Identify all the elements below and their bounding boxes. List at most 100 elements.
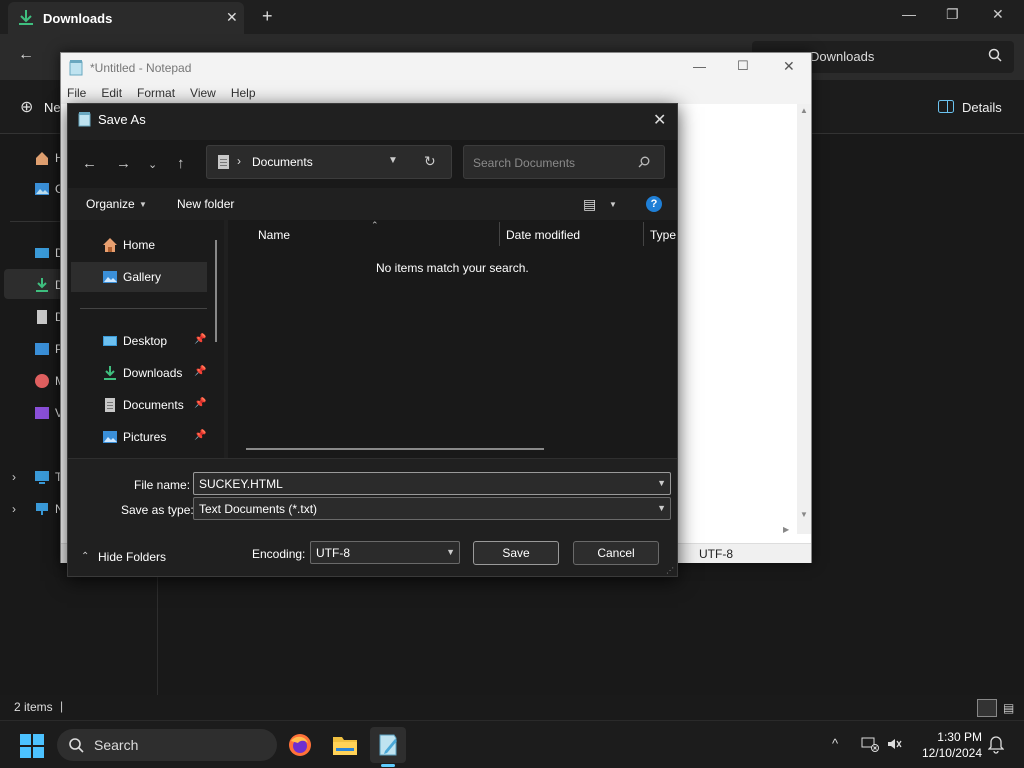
nav-item-downloads[interactable]: Downloads 📌 bbox=[71, 358, 207, 388]
hide-folders-button[interactable]: Hide Folders bbox=[98, 550, 166, 564]
windows-start-icon[interactable] bbox=[20, 734, 44, 758]
close-icon[interactable]: ✕ bbox=[992, 6, 1004, 23]
document-icon[interactable] bbox=[34, 309, 50, 325]
scroll-right-icon[interactable]: ▶ bbox=[783, 525, 789, 534]
pictures-icon[interactable] bbox=[34, 341, 50, 357]
encoding-select[interactable]: UTF-8 ▼ bbox=[310, 541, 460, 564]
explorer-tab-downloads[interactable]: Downloads ✕ bbox=[8, 2, 244, 34]
download-icon bbox=[18, 9, 34, 26]
nav-pane-scrollbar[interactable] bbox=[215, 240, 217, 342]
document-icon bbox=[217, 154, 230, 170]
this-pc-icon[interactable] bbox=[34, 469, 50, 485]
resize-grip-icon[interactable]: ⋰ bbox=[666, 566, 674, 575]
column-separator[interactable] bbox=[643, 222, 644, 246]
column-header-date-modified[interactable]: Date modified bbox=[506, 228, 580, 242]
nav-item-pictures[interactable]: Pictures 📌 bbox=[71, 422, 207, 452]
chevron-down-icon[interactable]: ▼ bbox=[388, 155, 398, 166]
close-icon[interactable]: ✕ bbox=[653, 110, 666, 130]
taskbar-app-notepad[interactable] bbox=[370, 727, 406, 763]
nav-item-documents[interactable]: Documents 📌 bbox=[71, 390, 207, 420]
nav-item-desktop[interactable]: Desktop 📌 bbox=[71, 326, 207, 356]
menu-file[interactable]: File bbox=[67, 86, 86, 104]
scroll-up-icon[interactable]: ▲ bbox=[800, 106, 808, 115]
chevron-up-icon[interactable]: ⌃ bbox=[81, 551, 89, 562]
notepad-vertical-scrollbar[interactable]: ▲ ▼ bbox=[797, 104, 811, 534]
menu-edit[interactable]: Edit bbox=[101, 86, 122, 104]
network-icon[interactable] bbox=[34, 501, 50, 517]
maximize-icon[interactable]: ❐ bbox=[946, 6, 959, 23]
details-pane-icon[interactable] bbox=[938, 100, 954, 113]
dialog-address-bar[interactable]: › Documents ▼ ↻ bbox=[206, 145, 452, 179]
nav-item-gallery[interactable]: Gallery bbox=[71, 262, 207, 292]
taskbar-app-file-explorer[interactable] bbox=[326, 727, 362, 763]
minimize-icon[interactable]: — bbox=[902, 6, 916, 22]
firefox-icon bbox=[288, 733, 312, 757]
column-header-name[interactable]: Name bbox=[258, 228, 290, 242]
menu-view[interactable]: View bbox=[190, 86, 216, 104]
pin-icon: 📌 bbox=[194, 334, 207, 345]
clock-date[interactable]: 12/10/2024 bbox=[910, 746, 982, 760]
scroll-down-icon[interactable]: ▼ bbox=[800, 510, 808, 519]
taskbar-search-box[interactable]: Search bbox=[57, 729, 277, 761]
dialog-search-placeholder: Search Documents bbox=[473, 156, 576, 170]
desktop-icon[interactable] bbox=[34, 245, 50, 261]
notepad-icon bbox=[78, 112, 92, 127]
save-button[interactable]: Save bbox=[473, 541, 559, 565]
file-name-label: File name: bbox=[134, 478, 191, 492]
pictures-icon bbox=[102, 429, 118, 445]
clock-time[interactable]: 1:30 PM bbox=[920, 730, 982, 744]
new-folder-button[interactable]: New folder bbox=[177, 197, 234, 211]
file-name-input[interactable]: SUCKEY.HTML ▼ bbox=[193, 472, 671, 495]
details-view-icon[interactable] bbox=[977, 699, 997, 717]
tiles-view-icon[interactable]: ▤ bbox=[1003, 701, 1014, 715]
chevron-down-icon[interactable]: ▼ bbox=[139, 200, 147, 209]
network-icon[interactable] bbox=[861, 736, 879, 752]
refresh-icon[interactable]: ↻ bbox=[424, 153, 436, 170]
nav-item-home[interactable]: Home bbox=[71, 230, 207, 260]
chevron-right-icon[interactable]: › bbox=[12, 470, 16, 484]
organize-button[interactable]: Organize bbox=[86, 197, 135, 211]
dialog-search-box[interactable]: Search Documents bbox=[463, 145, 665, 179]
breadcrumb-separator-icon[interactable]: › bbox=[237, 154, 241, 168]
music-icon[interactable] bbox=[34, 373, 50, 389]
home-icon[interactable] bbox=[34, 150, 50, 166]
new-tab-button[interactable]: + bbox=[262, 6, 273, 27]
minimize-icon[interactable]: — bbox=[693, 59, 706, 74]
chevron-up-icon[interactable]: ^ bbox=[832, 736, 838, 751]
maximize-icon[interactable]: ☐ bbox=[737, 58, 749, 74]
back-arrow-icon[interactable]: ← bbox=[18, 46, 34, 64]
chevron-down-icon[interactable]: ▼ bbox=[657, 503, 666, 513]
breadcrumb-documents[interactable]: Documents bbox=[252, 155, 313, 169]
chevron-down-icon[interactable]: ▼ bbox=[609, 200, 617, 209]
new-icon[interactable]: ⊕ bbox=[20, 97, 33, 117]
column-header-type[interactable]: Type bbox=[650, 228, 676, 242]
forward-arrow-icon[interactable]: → bbox=[116, 155, 131, 172]
details-button[interactable]: Details bbox=[962, 100, 1002, 115]
cancel-button[interactable]: Cancel bbox=[573, 541, 659, 565]
menu-help[interactable]: Help bbox=[231, 86, 256, 104]
dialog-title: Save As bbox=[98, 112, 146, 127]
column-separator[interactable] bbox=[499, 222, 500, 246]
chevron-right-icon[interactable]: › bbox=[12, 502, 16, 516]
empty-message: No items match your search. bbox=[376, 261, 529, 275]
up-arrow-icon[interactable]: ↑ bbox=[177, 155, 185, 172]
explorer-status-bar bbox=[0, 695, 1024, 720]
file-list-horizontal-scrollbar[interactable] bbox=[246, 448, 544, 450]
new-button-label[interactable]: Ne bbox=[44, 100, 61, 115]
close-tab-icon[interactable]: ✕ bbox=[226, 9, 238, 26]
taskbar-app-firefox[interactable] bbox=[282, 727, 318, 763]
volume-icon[interactable] bbox=[887, 737, 903, 751]
help-icon[interactable]: ? bbox=[646, 196, 662, 212]
chevron-down-icon[interactable]: ▼ bbox=[657, 478, 666, 488]
menu-format[interactable]: Format bbox=[137, 86, 175, 104]
close-icon[interactable]: ✕ bbox=[783, 58, 795, 75]
gallery-icon[interactable] bbox=[34, 181, 50, 197]
videos-icon[interactable] bbox=[34, 405, 50, 421]
view-options-icon[interactable]: ▤ bbox=[583, 196, 596, 213]
recent-locations-chevron-icon[interactable]: ⌄ bbox=[148, 158, 157, 171]
save-as-type-select[interactable]: Text Documents (*.txt) ▼ bbox=[193, 497, 671, 520]
nav-item-label: Downloads bbox=[123, 366, 183, 380]
back-arrow-icon[interactable]: ← bbox=[82, 155, 97, 172]
notification-bell-icon[interactable] bbox=[988, 736, 1004, 754]
chevron-down-icon[interactable]: ▼ bbox=[446, 547, 455, 557]
